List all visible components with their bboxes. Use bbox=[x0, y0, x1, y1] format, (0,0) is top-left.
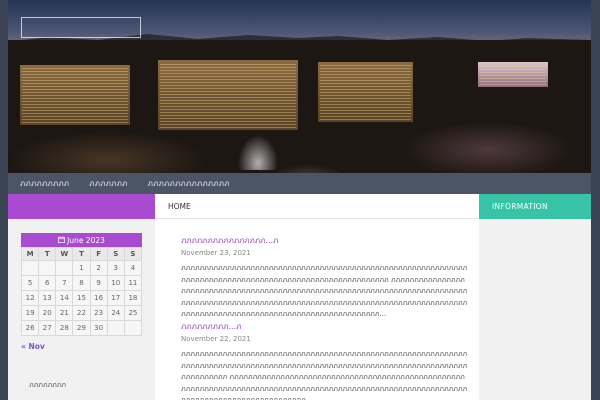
calendar-week: 26 27 28 29 30 bbox=[20, 320, 143, 336]
calendar-week: 5 6 7 8 9 10 11 bbox=[20, 275, 143, 291]
left-widget-text: ภภภภภภภภ bbox=[29, 381, 66, 389]
post-2: ภภภภภภภภภ...ภ November 22, 2021 ภภภภภภภภ… bbox=[181, 320, 468, 400]
calendar-day: 8 bbox=[72, 275, 91, 291]
calendar-day: 21 bbox=[55, 305, 74, 321]
calendar-day: 15 bbox=[72, 290, 91, 306]
post-excerpt: ภภภภภภภภภภภภภภภภภภภภภภภภภภภภภภภภภภภภภภภภ… bbox=[181, 264, 468, 318]
calendar-day: 27 bbox=[38, 320, 57, 336]
weekday-thu: T bbox=[72, 247, 91, 261]
calendar-prev-link[interactable]: « Nov bbox=[21, 342, 45, 351]
calendar-day: 18 bbox=[123, 290, 143, 306]
main-navigation: ภภภภภภภภภ ภภภภภภภ ภภภภภภภภภภภภภภภ bbox=[8, 173, 591, 194]
calendar-month: June 2023 bbox=[67, 235, 105, 245]
header-city bbox=[8, 40, 591, 173]
calendar-empty-cell bbox=[106, 320, 125, 336]
page-edge-right bbox=[591, 0, 600, 400]
weekday-sat: S bbox=[106, 247, 125, 261]
nav-item-1[interactable]: ภภภภภภภภภ bbox=[20, 177, 69, 190]
calendar-day: 3 bbox=[106, 260, 125, 276]
main-content: HOME ภภภภภภภภภภภภภภภภ...ภ November 23, 2… bbox=[155, 194, 479, 400]
calendar-day: 28 bbox=[55, 320, 74, 336]
calendar-day: 29 bbox=[72, 320, 91, 336]
calendar-empty-cell bbox=[38, 260, 57, 276]
calendar-day: 9 bbox=[89, 275, 108, 291]
calendar-caption: June 2023 bbox=[21, 233, 142, 247]
calendar-widget: June 2023 M T W T F S S 1 2 3 4 5 6 7 8 9 10 11 12 1… bbox=[20, 233, 143, 336]
post-1: ภภภภภภภภภภภภภภภภ...ภ November 23, 2021 ภ… bbox=[181, 234, 468, 321]
calendar-day: 30 bbox=[89, 320, 108, 336]
calendar-day: 19 bbox=[20, 305, 40, 321]
calendar-day: 25 bbox=[123, 305, 143, 321]
post-date: November 23, 2021 bbox=[181, 249, 251, 257]
calendar-day: 13 bbox=[38, 290, 57, 306]
header-banner bbox=[8, 0, 591, 173]
calendar-day: 4 bbox=[123, 260, 143, 276]
calendar-day: 16 bbox=[89, 290, 108, 306]
calendar-day: 1 bbox=[72, 260, 91, 276]
calendar-empty-cell bbox=[55, 260, 74, 276]
calendar-day: 20 bbox=[38, 305, 57, 321]
main-tabbar: HOME bbox=[155, 194, 479, 219]
calendar-day: 11 bbox=[123, 275, 143, 291]
nav-item-2[interactable]: ภภภภภภภ bbox=[89, 177, 127, 190]
post-title[interactable]: ภภภภภภภภภ...ภ bbox=[181, 320, 468, 333]
calendar-day: 6 bbox=[38, 275, 57, 291]
site-logo-box[interactable] bbox=[21, 17, 141, 38]
weekday-tue: T bbox=[38, 247, 57, 261]
weekday-fri: F bbox=[89, 247, 108, 261]
calendar-day: 10 bbox=[106, 275, 125, 291]
post-date: November 22, 2021 bbox=[181, 335, 251, 343]
post-title[interactable]: ภภภภภภภภภภภภภภภภ...ภ bbox=[181, 234, 468, 247]
calendar-day: 12 bbox=[20, 290, 40, 306]
calendar-day: 22 bbox=[72, 305, 91, 321]
right-sidebar-title: INFORMATION bbox=[479, 194, 591, 219]
calendar-day: 26 bbox=[20, 320, 40, 336]
right-sidebar: INFORMATION bbox=[479, 194, 591, 400]
tab-home[interactable]: HOME bbox=[168, 202, 191, 211]
post-excerpt: ภภภภภภภภภภภภภภภภภภภภภภภภภภภภภภภภภภภภภภภภ… bbox=[181, 350, 468, 400]
weekday-sun: S bbox=[123, 247, 143, 261]
calendar-week: 19 20 21 22 23 24 25 bbox=[20, 305, 143, 321]
calendar-week: 1234 bbox=[20, 260, 143, 276]
calendar-icon bbox=[58, 235, 66, 245]
calendar-day: 17 bbox=[106, 290, 125, 306]
calendar-table: M T W T F S S 1 2 3 4 5 6 7 8 9 10 11 12 13 14 15 16 17 1… bbox=[20, 247, 143, 336]
calendar-weekdays: M T W T F S S bbox=[20, 247, 143, 261]
calendar-empty-cell bbox=[20, 260, 40, 276]
weekday-mon: M bbox=[20, 247, 40, 261]
calendar-day: 23 bbox=[89, 305, 108, 321]
calendar-day: 24 bbox=[106, 305, 125, 321]
weekday-wed: W bbox=[55, 247, 74, 261]
nav-item-3[interactable]: ภภภภภภภภภภภภภภภ bbox=[148, 177, 230, 190]
calendar-day: 14 bbox=[55, 290, 74, 306]
calendar-empty-cell bbox=[123, 320, 143, 336]
calendar-day: 2 bbox=[89, 260, 108, 276]
calendar-day: 5 bbox=[20, 275, 40, 291]
left-sidebar-header bbox=[8, 194, 155, 219]
calendar-week: 12 13 14 15 16 17 18 bbox=[20, 290, 143, 306]
calendar-day: 7 bbox=[55, 275, 74, 291]
